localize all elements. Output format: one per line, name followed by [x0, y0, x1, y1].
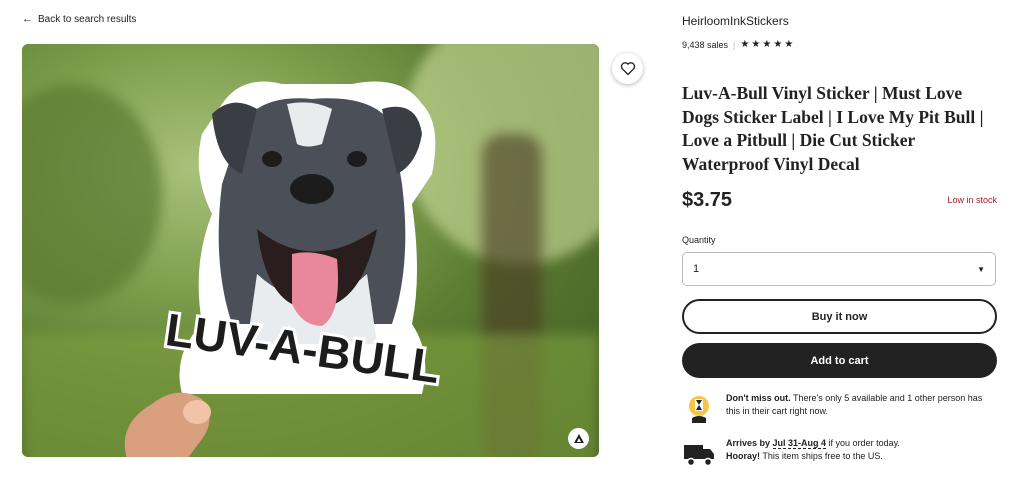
arrival-dates[interactable]: Jul 31-Aug 4: [772, 438, 827, 449]
star-icon: ★: [784, 39, 794, 50]
back-link-label: Back to search results: [38, 13, 137, 25]
shipping-notice: Arrives by Jul 31-Aug 4 if you order tod…: [682, 437, 997, 471]
stock-status: Low in stock: [947, 195, 997, 205]
hooray-bold: Hooray!: [726, 450, 761, 461]
sales-count: 9,438 sales: [682, 40, 729, 50]
arrow-left-icon: ←: [22, 13, 33, 25]
separator: |: [733, 40, 736, 50]
arrival-line: Arrives by Jul 31-Aug 4 if you order tod…: [726, 437, 900, 450]
star-icon: ★: [740, 39, 750, 50]
hourglass-icon: [689, 396, 709, 423]
buy-it-now-button[interactable]: Buy it now: [682, 299, 997, 334]
heart-icon: [620, 62, 635, 76]
price: $3.75: [682, 189, 733, 211]
arrives-text: if you order today.: [826, 438, 900, 448]
expand-icon: [573, 433, 584, 443]
shop-rating-row: 9,438 sales | ★ ★ ★ ★ ★: [682, 40, 794, 51]
scarcity-bold: Don't miss out.: [726, 393, 791, 403]
shop-name-link[interactable]: HeirloomInkStickers: [682, 14, 789, 28]
quantity-value: 1: [693, 263, 700, 275]
rating-stars[interactable]: ★ ★ ★ ★ ★: [740, 40, 794, 50]
quantity-label: Quantity: [682, 235, 716, 245]
truck-icon: [684, 445, 714, 467]
star-icon: ★: [773, 39, 783, 50]
add-to-cart-button[interactable]: Add to cart: [682, 343, 997, 378]
listing-image[interactable]: LUV-A-BULL: [22, 44, 599, 457]
hand-holding-sticker: [124, 392, 211, 457]
star-icon: ★: [751, 39, 761, 50]
quantity-select[interactable]: 1 ▼: [682, 252, 996, 286]
expand-image-button[interactable]: [568, 428, 589, 449]
arrives-bold: Arrives by: [726, 438, 773, 448]
listing-title: Luv-A-Bull Vinyl Sticker | Must Love Dog…: [682, 83, 984, 174]
scarcity-notice: Don't miss out. There's only 5 available…: [682, 392, 997, 426]
background-foliage: [22, 84, 162, 304]
free-shipping-line: Hooray! This item ships free to the US.: [726, 450, 900, 463]
hooray-text: This item ships free to the US.: [760, 450, 883, 461]
favorite-button[interactable]: [612, 53, 643, 84]
star-icon: ★: [762, 39, 772, 50]
caret-down-icon: ▼: [977, 264, 985, 274]
back-to-search-link[interactable]: ← Back to search results: [22, 13, 136, 25]
